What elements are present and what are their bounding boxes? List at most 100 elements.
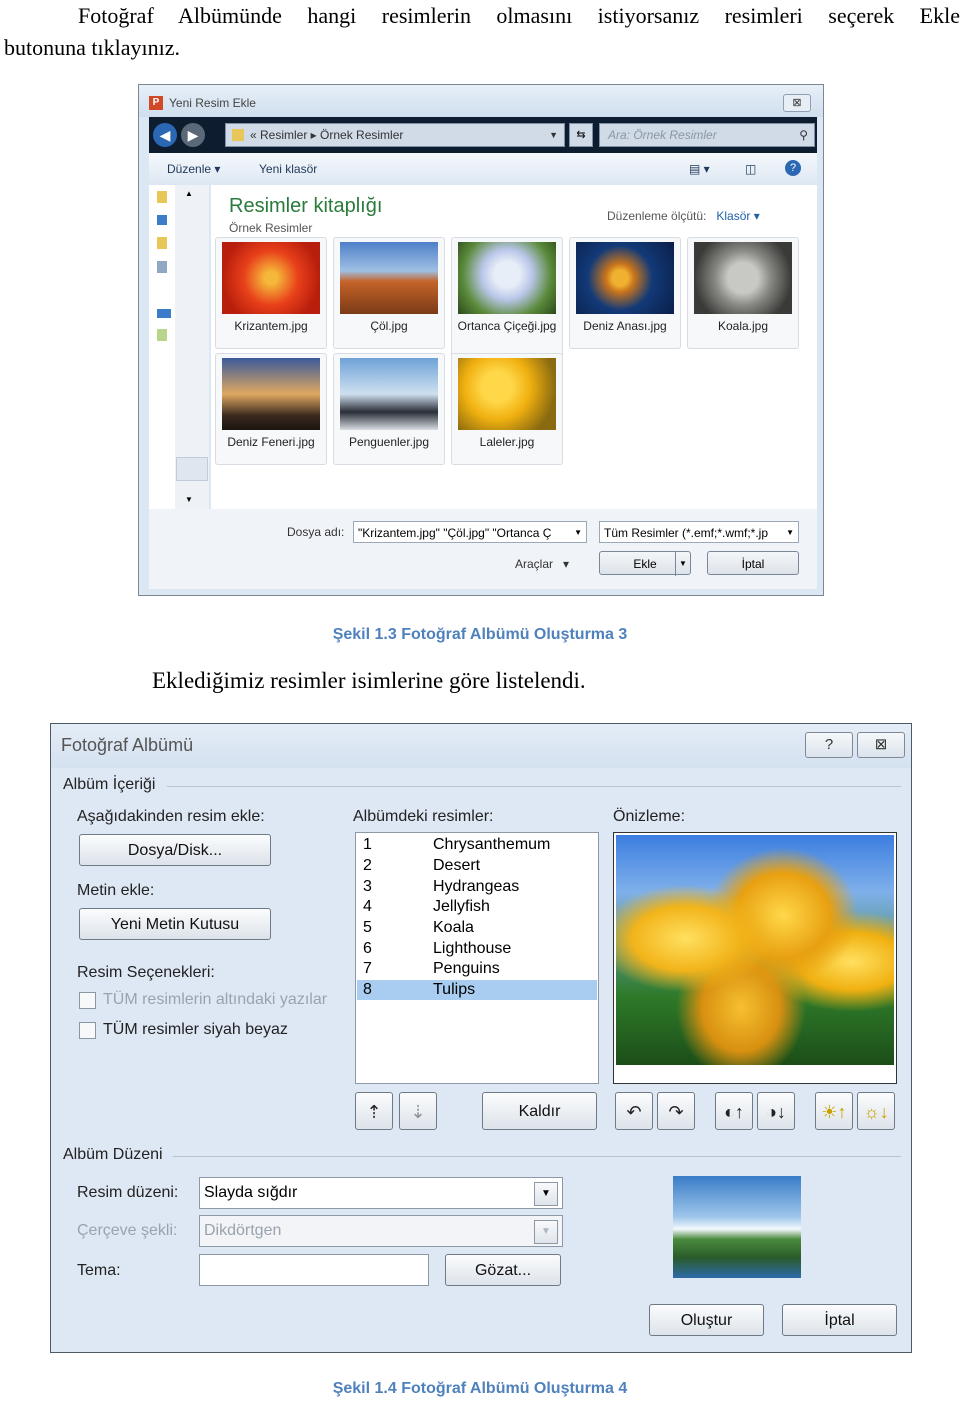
file-disk-button[interactable]: Dosya/Disk... [79, 834, 271, 866]
computer-icon [157, 215, 167, 225]
list-item[interactable]: 6 Lighthouse [357, 939, 597, 959]
view-icon[interactable]: ▤ ▾ [689, 162, 710, 176]
command-toolbar: Düzenle ▾ Yeni klasör ▤ ▾ ◫ ? [149, 153, 817, 185]
frame-shape-select[interactable]: Dikdörtgen ▼ [199, 1215, 563, 1247]
pane-scrollbar[interactable]: ▲ ▼ [175, 185, 209, 509]
rotate-right-button[interactable]: ↷ [657, 1092, 695, 1130]
navigation-bar: ◀ ▶ « Resimler ▸ Örnek Resimler ▼ ⇆ Ara:… [149, 117, 817, 153]
file-view: Resimler kitaplığı Örnek Resimler Düzenl… [211, 185, 817, 509]
folder-icon [232, 129, 244, 141]
list-item[interactable]: 5 Koala [357, 918, 597, 938]
thumbnail-name: Laleler.jpg [479, 435, 535, 449]
list-item[interactable]: 4 Jellyfish [357, 897, 597, 917]
close-button[interactable]: ⊠ [783, 94, 811, 112]
list-item[interactable]: 1 Chrysanthemum [357, 835, 597, 855]
new-textbox-button[interactable]: Yeni Metin Kutusu [79, 908, 271, 940]
help-icon[interactable]: ? [785, 160, 801, 176]
preview-pane-icon[interactable]: ◫ [745, 162, 756, 176]
forward-button[interactable]: ▶ [181, 123, 205, 147]
chevron-down-icon[interactable]: ▼ [534, 1182, 558, 1206]
rotate-left-button[interactable]: ↶ [615, 1092, 653, 1130]
list-item-selected[interactable]: 8 Tulips [357, 980, 597, 1000]
thumbnail-name: Deniz Anası.jpg [583, 319, 667, 333]
scroll-thumb[interactable] [176, 457, 208, 481]
thumbnail-name: Penguenler.jpg [348, 435, 430, 449]
arrange-value[interactable]: Klasör ▾ [716, 209, 759, 223]
chevron-down-icon[interactable]: ▼ [549, 124, 558, 146]
chevron-down-icon[interactable]: ▼ [574, 522, 582, 542]
search-input[interactable]: Ara: Örnek Resimler ⚲ [599, 123, 815, 147]
brightness-down-button[interactable]: ☼↓ [857, 1092, 895, 1130]
remove-button[interactable]: Kaldır [482, 1092, 597, 1130]
thumbnail-item[interactable]: Çöl.jpg [333, 237, 445, 349]
organize-menu[interactable]: Düzenle ▾ [167, 162, 220, 176]
brightness-up-button[interactable]: ☀↑ [815, 1092, 853, 1130]
filetype-select[interactable]: Tüm Resimler (*.emf;*.wmf;*.jp ▼ [599, 521, 799, 543]
tulips-photo [616, 835, 894, 1065]
refresh-button[interactable]: ⇆ [569, 123, 593, 147]
move-down-button[interactable]: ⇣ [399, 1092, 437, 1130]
insert-text-label: Metin ekle: [77, 882, 155, 899]
search-icon[interactable]: ⚲ [799, 124, 808, 146]
search-placeholder: Ara: Örnek Resimler [608, 128, 717, 142]
folder-icon [157, 191, 167, 203]
thumbnail-image [694, 242, 792, 314]
picture-layout-select[interactable]: Slayda sığdır ▼ [199, 1177, 563, 1209]
create-button[interactable]: Oluştur [649, 1304, 764, 1336]
filename-label: Dosya adı: [287, 525, 345, 539]
group-divider [167, 786, 901, 787]
chevron-down-icon[interactable]: ▼ [786, 522, 794, 542]
browse-button[interactable]: Gözat... [445, 1254, 561, 1286]
file-bottom-bar: Dosya adı: "Krizantem.jpg" "Çöl.jpg" "Or… [149, 509, 817, 589]
dialog-titlebar: P Yeni Resim Ekle ⊠ [139, 85, 823, 117]
thumbnail-item[interactable]: Laleler.jpg [451, 353, 563, 465]
tools-menu[interactable]: Araçlar ▾ [515, 557, 569, 571]
thumbnail-item[interactable]: Deniz Anası.jpg [569, 237, 681, 349]
filename-input[interactable]: "Krizantem.jpg" "Çöl.jpg" "Ortanca Ç ▼ [353, 521, 587, 543]
close-button[interactable]: ⊠ [857, 732, 905, 758]
chevron-down-icon[interactable]: ▼ [534, 1220, 558, 1244]
contrast-up-button[interactable]: ◐↑ [715, 1092, 753, 1130]
thumbnail-item[interactable]: Koala.jpg [687, 237, 799, 349]
thumbnail-item[interactable]: Krizantem.jpg [215, 237, 327, 349]
picture-layout-label: Resim düzeni: [77, 1184, 179, 1201]
preview-image [613, 832, 897, 1084]
theme-label: Tema: [77, 1262, 121, 1279]
preview-label: Önizleme: [613, 808, 686, 825]
layout-preview-image [673, 1176, 801, 1278]
intro-line-2: butonuna tıklayınız. [4, 35, 180, 60]
thumbnail-item[interactable]: Ortanca Çiçeği.jpg [451, 237, 563, 363]
thumbnail-item[interactable]: Deniz Feneri.jpg [215, 353, 327, 465]
chevron-down-icon[interactable]: ▼ [675, 552, 690, 576]
navigation-pane[interactable] [149, 185, 176, 509]
thumbnail-item[interactable]: Penguenler.jpg [333, 353, 445, 465]
cancel-button[interactable]: İptal [707, 551, 799, 575]
arrange-by[interactable]: Düzenleme ölçütü: Klasör ▾ [607, 209, 760, 223]
picture-layout-value: Slayda sığdır [204, 1184, 298, 1201]
pictures-in-album-label: Albümdeki resimler: [353, 808, 494, 825]
thumbnail-name: Koala.jpg [717, 319, 769, 333]
list-item[interactable]: 7 Penguins [357, 959, 597, 979]
cancel-button[interactable]: İptal [782, 1304, 897, 1336]
figure-caption-2: Şekil 1.4 Fotoğraf Albümü Oluşturma 4 [332, 1380, 628, 1397]
theme-input[interactable] [199, 1254, 429, 1286]
contrast-down-button[interactable]: ◑↓ [757, 1092, 795, 1130]
new-folder-button[interactable]: Yeni klasör [259, 162, 317, 176]
move-up-button[interactable]: ⇡ [355, 1092, 393, 1130]
photo-album-dialog: Fotoğraf Albümü ? ⊠ Albüm İçeriği Aşağıd… [50, 723, 912, 1353]
list-item[interactable]: 3 Hydrangeas [357, 877, 597, 897]
black-white-checkbox[interactable] [79, 1022, 96, 1039]
group-divider [173, 1156, 901, 1157]
scroll-down-icon[interactable]: ▼ [185, 495, 193, 504]
address-bar[interactable]: « Resimler ▸ Örnek Resimler ▼ [225, 123, 565, 147]
library-subtitle: Örnek Resimler [229, 221, 313, 235]
list-item[interactable]: 2 Desert [357, 856, 597, 876]
thumbnail-image [222, 358, 320, 430]
pictures-listbox[interactable]: 1 Chrysanthemum 2 Desert 3 Hydrangeas 4 Jell… [355, 832, 599, 1084]
filetype-value: Tüm Resimler (*.emf;*.wmf;*.jp [604, 526, 769, 540]
scroll-up-icon[interactable]: ▲ [185, 189, 193, 198]
help-button[interactable]: ? [805, 732, 853, 758]
back-button[interactable]: ◀ [153, 123, 177, 147]
add-button[interactable]: Ekle ▼ [599, 551, 691, 576]
captions-checkbox[interactable] [79, 992, 96, 1009]
